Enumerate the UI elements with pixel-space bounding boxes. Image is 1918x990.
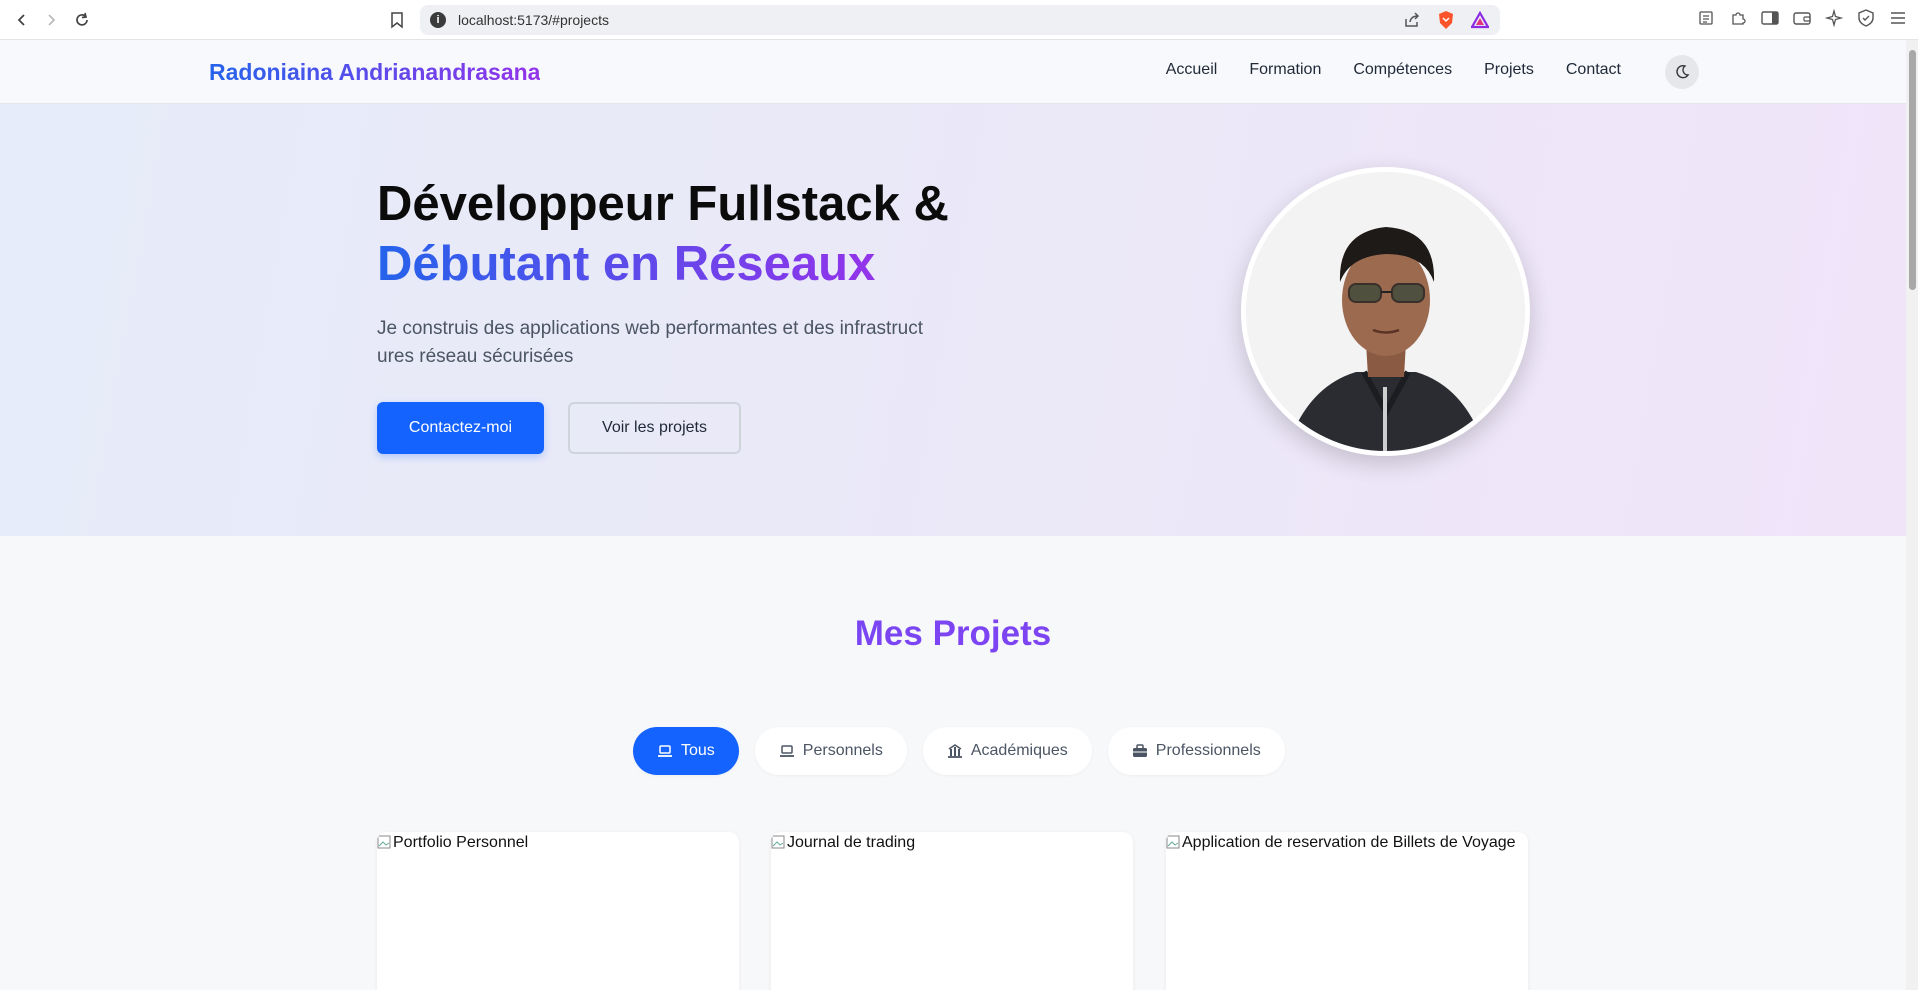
address-bar[interactable]: i localhost:5173/#projects [420,5,1500,35]
nav-formation[interactable]: Formation [1249,61,1321,79]
theme-toggle-button[interactable] [1665,55,1699,89]
briefcase-icon [1132,744,1147,757]
filter-professionnels-label: Professionnels [1155,742,1261,759]
broken-image-icon [1166,835,1180,849]
project-card[interactable]: Portfolio Personnel [377,832,739,990]
profile-photo [1241,167,1530,456]
project-image: Journal de trading [771,832,1133,852]
filter-tous[interactable]: Tous [633,727,739,775]
laptop-icon [779,745,794,757]
share-icon[interactable] [1402,10,1422,30]
extensions-icon[interactable] [1728,8,1748,28]
project-filters: Tous Personnels Académiques Professionne… [633,727,1285,775]
page-scrollbar[interactable] [1906,40,1918,990]
filter-personnels[interactable]: Personnels [754,727,907,775]
project-image-alt: Portfolio Personnel [393,834,529,851]
vpn-shield-icon[interactable] [1856,8,1876,28]
hero-subtitle: Je construis des applications web perfor… [377,315,957,371]
brand-logo[interactable]: Radoniaina Andrianandrasana [209,59,540,86]
project-image: Portfolio Personnel [377,832,739,852]
project-card[interactable]: Journal de trading [771,832,1133,990]
moon-icon [1676,64,1690,79]
hero-title-highlight: Débutant en Réseaux [377,237,876,291]
filter-academiques[interactable]: Académiques [922,727,1092,775]
nav-contact[interactable]: Contact [1566,61,1621,79]
main-nav: Accueil Formation Compétences Projets Co… [1166,61,1621,79]
site-header: Radoniaina Andrianandrasana Accueil Form… [0,40,1906,104]
filter-tous-label: Tous [681,742,715,759]
filter-academiques-label: Académiques [970,742,1068,759]
project-image-alt: Journal de trading [787,834,916,851]
broken-image-icon [377,835,391,849]
browser-toolbar: i localhost:5173/#projects [0,0,1918,40]
hero-subtitle-line-2: ures réseau sécurisées [377,346,574,367]
contact-me-button[interactable]: Contactez-moi [377,402,544,454]
hero-section: Développeur Fullstack & Débutant en Rése… [0,104,1906,536]
filter-personnels-label: Personnels [802,742,883,759]
leo-ai-icon[interactable] [1824,8,1844,28]
hero-subtitle-line-1: Je construis des applications web perfor… [377,318,923,339]
url-text: localhost:5173/#projects [458,12,609,28]
project-image: Application de reservation de Billets de… [1166,832,1528,852]
hero-title: Développeur Fullstack & [377,177,949,231]
site-info-icon[interactable]: i [430,12,446,28]
filter-professionnels[interactable]: Professionnels [1107,727,1285,775]
wallet-icon[interactable] [1792,8,1812,28]
broken-image-icon [771,835,785,849]
view-projects-button[interactable]: Voir les projets [568,402,741,454]
projects-section-title: Mes Projets [0,614,1906,654]
university-icon [947,744,962,758]
project-card[interactable]: Application de reservation de Billets de… [1166,832,1528,990]
menu-icon[interactable] [1888,8,1908,28]
back-icon[interactable] [10,8,34,32]
reader-mode-icon[interactable] [1696,8,1716,28]
sidebar-icon[interactable] [1760,8,1780,28]
brave-shield-icon[interactable] [1436,10,1456,30]
nav-accueil[interactable]: Accueil [1166,61,1218,79]
bookmark-icon[interactable] [385,8,409,32]
scrollbar-thumb[interactable] [1909,50,1916,290]
nav-projets[interactable]: Projets [1484,61,1534,79]
project-image-alt: Application de reservation de Billets de… [1182,834,1516,851]
laptop-icon [658,745,672,757]
nav-competences[interactable]: Compétences [1353,61,1452,79]
reload-icon[interactable] [70,8,94,32]
forward-icon[interactable] [39,8,63,32]
brave-rewards-icon[interactable] [1470,10,1490,30]
